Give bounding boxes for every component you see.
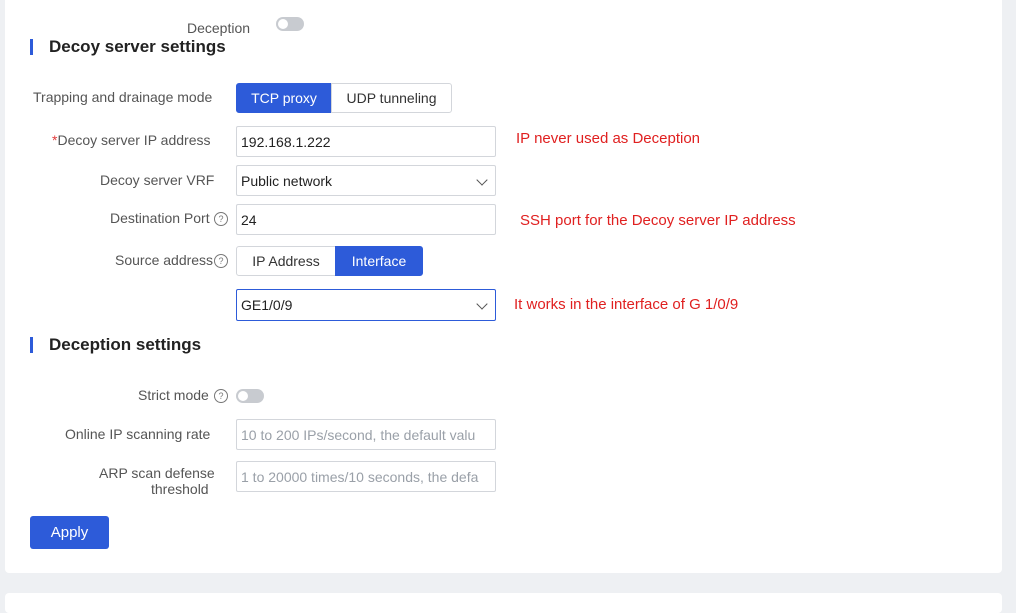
strict-mode-label: Strict mode — [138, 387, 209, 403]
arp-threshold-placeholder: 1 to 20000 times/10 seconds, the defa — [241, 468, 479, 485]
arp-threshold-input[interactable]: 1 to 20000 times/10 seconds, the defa — [236, 461, 496, 492]
arp-threshold-label-line2: threshold — [151, 481, 209, 497]
interface-value: GE1/0/9 — [241, 297, 293, 313]
dest-port-value: 24 — [241, 211, 257, 228]
decoy-vrf-value: Public network — [241, 172, 333, 189]
decoy-vrf-label: Decoy server VRF — [100, 172, 215, 188]
ip-address-button[interactable]: IP Address — [236, 246, 336, 276]
toggle-knob — [278, 19, 288, 29]
scan-rate-placeholder: 10 to 200 IPs/second, the default valu — [241, 426, 476, 443]
section-marker — [30, 39, 33, 55]
dest-port-input[interactable]: 24 — [236, 204, 496, 235]
decoy-ip-note: IP never used as Deception — [516, 130, 701, 147]
apply-button[interactable]: Apply — [30, 516, 109, 549]
strict-mode-toggle[interactable] — [236, 389, 264, 403]
deception-label: Deception — [187, 20, 251, 36]
chevron-down-icon — [476, 298, 488, 310]
next-panel — [5, 593, 1002, 613]
help-icon[interactable]: ? — [214, 254, 228, 268]
dest-port-note: SSH port for the Decoy server IP address — [520, 212, 796, 229]
udp-tunneling-button[interactable]: UDP tunneling — [331, 83, 452, 113]
section-marker — [30, 337, 33, 353]
decoy-vrf-select[interactable]: Public network — [236, 165, 496, 196]
dest-port-label: Destination Port — [110, 210, 210, 226]
arp-threshold-label-line1: ARP scan defense — [99, 465, 215, 481]
trapping-mode-label: Trapping and drainage mode — [33, 89, 213, 105]
scan-rate-label: Online IP scanning rate — [65, 426, 211, 442]
help-icon[interactable]: ? — [214, 389, 228, 403]
interface-select[interactable]: GE1/0/9 — [236, 289, 496, 321]
interface-note: It works in the interface of G 1/0/9 — [514, 296, 739, 313]
chevron-down-icon — [476, 174, 488, 186]
deception-toggle[interactable] — [276, 17, 304, 31]
decoy-ip-input[interactable]: 192.168.1.222 — [236, 126, 496, 157]
interface-button[interactable]: Interface — [335, 246, 423, 276]
deception-section-title: Deception settings — [49, 335, 202, 354]
scan-rate-input[interactable]: 10 to 200 IPs/second, the default valu — [236, 419, 496, 450]
help-icon[interactable]: ? — [214, 212, 228, 226]
decoy-ip-label: *Decoy server IP address — [52, 132, 210, 148]
decoy-section-title: Decoy server settings — [49, 37, 226, 56]
toggle-knob — [238, 391, 248, 401]
tcp-proxy-button[interactable]: TCP proxy — [236, 83, 332, 113]
decoy-ip-label-text: Decoy server IP address — [57, 132, 211, 148]
source-address-label: Source address — [115, 252, 214, 268]
decoy-ip-value: 192.168.1.222 — [241, 133, 331, 150]
